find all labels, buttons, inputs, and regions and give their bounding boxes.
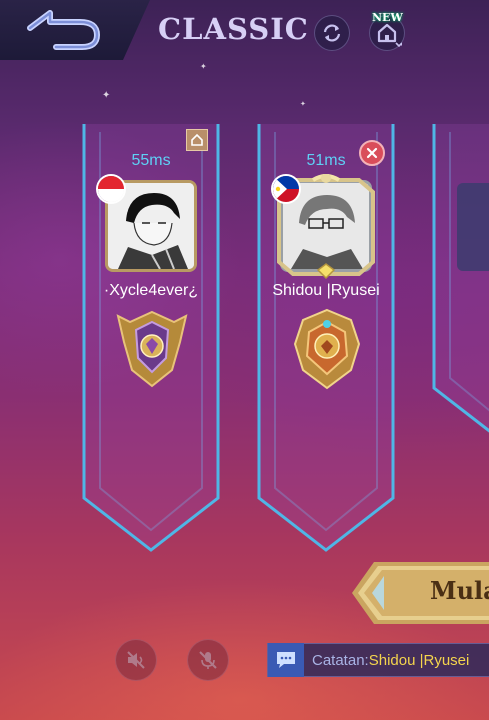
kick-player-button[interactable] — [359, 140, 385, 166]
back-arrow-icon — [27, 10, 100, 50]
host-home-icon — [191, 133, 203, 146]
sparkle-icon: ✦ — [200, 62, 207, 71]
game-mode-title: CLASSIC — [158, 12, 309, 46]
player-slot-1[interactable]: 55ms ·Xycle4ever¿ — [80, 118, 222, 554]
close-icon — [366, 147, 378, 159]
player-name: Shidou |Ryusei — [272, 282, 380, 299]
rank-emblem-icon — [293, 308, 361, 390]
empty-slot-card[interactable] — [457, 183, 489, 271]
back-button[interactable] — [0, 0, 150, 60]
mic-toggle-button[interactable] — [187, 639, 229, 681]
speaker-toggle-button[interactable] — [115, 639, 157, 681]
note-value: Shidou |Ryusei — [368, 651, 470, 669]
chat-note-bar[interactable]: Catatan: Shidou |Ryusei — [267, 643, 489, 677]
refresh-button[interactable] — [314, 15, 350, 51]
chat-button[interactable] — [268, 643, 304, 677]
refresh-icon — [323, 24, 341, 42]
rank-emblem-icon — [116, 310, 188, 388]
note-label: Catatan: — [312, 651, 369, 669]
sparkle-icon: ✦ — [102, 90, 111, 101]
mic-muted-icon — [199, 651, 217, 669]
ping-label: 55ms — [131, 152, 171, 169]
start-button-label: Mula — [430, 576, 489, 605]
sparkle-icon: ✦ — [300, 100, 306, 108]
player-name: ·Xycle4ever¿ — [103, 282, 199, 299]
new-badge: NEW — [372, 11, 403, 24]
philippines-flag-icon — [271, 174, 301, 204]
player-slot-2[interactable]: 51ms Shidou |Ryusei — [255, 118, 397, 554]
host-badge — [186, 129, 208, 151]
speaker-muted-icon — [127, 651, 145, 669]
chat-icon — [277, 652, 295, 668]
indonesia-flag-icon — [96, 174, 126, 204]
